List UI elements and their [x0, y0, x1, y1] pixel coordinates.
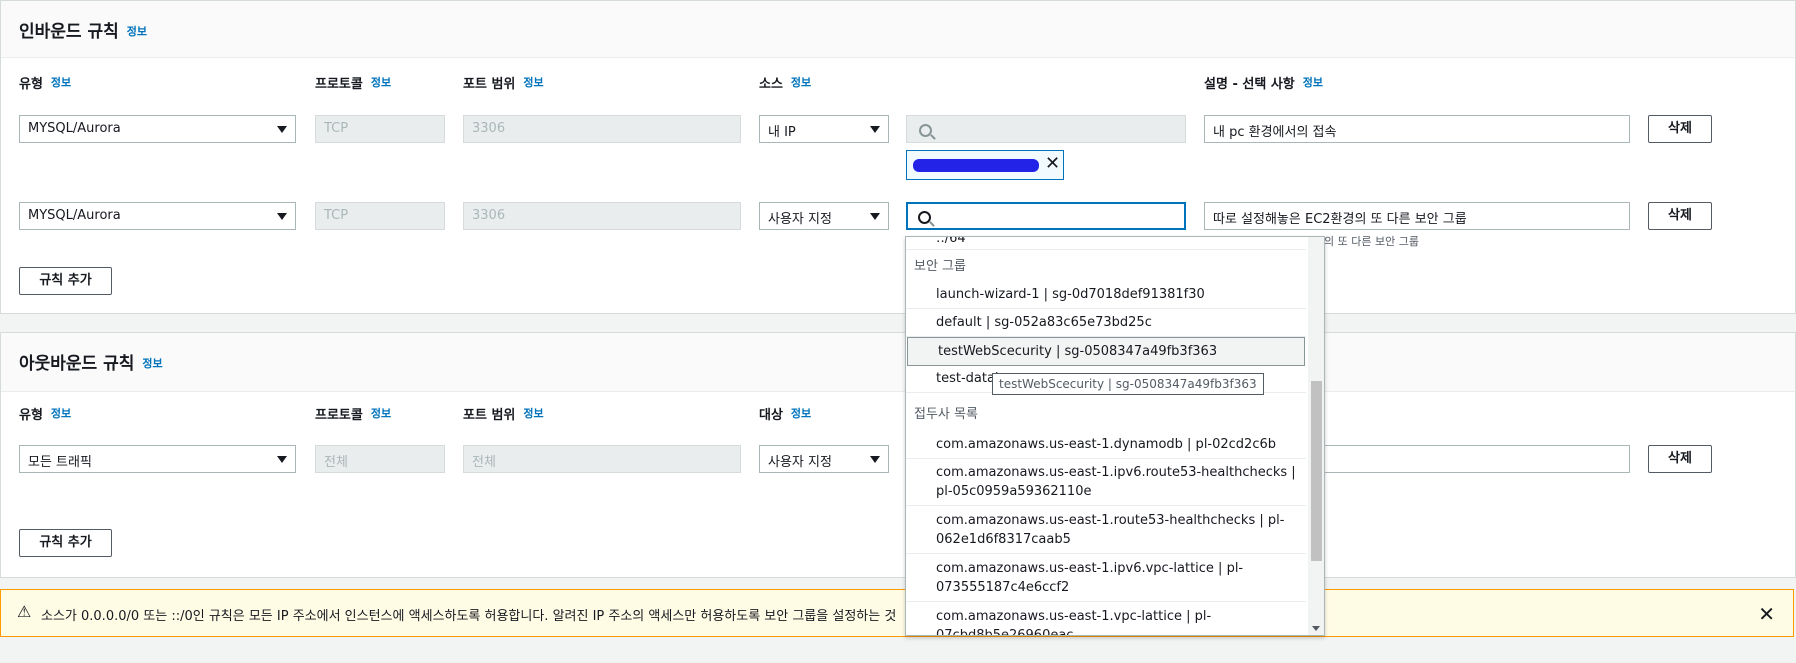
description-input[interactable]: 따로 설정해놓은 EC2환경의 또 다른 보안 그룹: [1204, 202, 1630, 230]
ip-token[interactable]: ✕: [906, 150, 1064, 180]
description-input[interactable]: 내 pc 환경에서의 접속: [1204, 115, 1630, 143]
close-icon[interactable]: ✕: [1758, 602, 1775, 626]
info-link[interactable]: 정보: [791, 407, 811, 420]
info-link[interactable]: 정보: [371, 76, 391, 89]
destination-select[interactable]: 사용자 지정: [759, 445, 889, 473]
info-link[interactable]: 정보: [1303, 76, 1323, 89]
rule-type-select[interactable]: 모든 트래픽: [19, 445, 296, 473]
prefix-list-option[interactable]: com.amazonaws.us-east-1.ipv6.route53-hea…: [906, 459, 1306, 506]
col-description-label: 설명 - 선택 사항 정보: [1204, 76, 1323, 92]
search-icon: [919, 124, 932, 137]
warning-alert: ⚠ 소스가 0.0.0.0/0 또는 ::/0인 규칙은 모든 IP 주소에서 …: [0, 589, 1794, 637]
info-link[interactable]: 정보: [523, 76, 543, 89]
warning-text: 소스가 0.0.0.0/0 또는 ::/0인 규칙은 모든 IP 주소에서 인스…: [41, 609, 897, 624]
warning-icon: ⚠: [17, 602, 32, 621]
protocol-field: TCP: [315, 115, 445, 143]
info-link[interactable]: 정보: [51, 76, 71, 89]
col-destination-label: 대상 정보: [759, 407, 812, 423]
outbound-rules-header: [1, 333, 1795, 392]
rule-type-value: 모든 트래픽: [28, 455, 92, 470]
prefix-list-option[interactable]: com.amazonaws.us-east-1.route53-healthch…: [906, 507, 1306, 554]
dropdown-scrollbar[interactable]: [1308, 237, 1324, 635]
col-port-range-label: 포트 범위 정보: [463, 407, 544, 423]
caret-down-icon: [870, 126, 880, 133]
security-group-option[interactable]: default | sg-052a83c65e73bd25c: [906, 309, 1306, 337]
prefix-list-header: 접두사 목록: [914, 407, 978, 422]
port-range-field: 전체: [463, 445, 741, 473]
outbound-rules-title: 아웃바운드 규칙 정보: [19, 354, 163, 374]
source-search-input[interactable]: [906, 202, 1186, 230]
prefix-list-option[interactable]: com.amazonaws.us-east-1.vpc-lattice | pl…: [906, 603, 1306, 635]
close-icon[interactable]: ✕: [1045, 153, 1060, 174]
description-hint: 의 또 다른 보안 그룹: [1324, 235, 1419, 248]
source-value: 내 IP: [768, 125, 796, 140]
security-group-option-highlighted[interactable]: testWebScecurity | sg-0508347a49fb3f363: [907, 337, 1305, 366]
source-dropdown-menu: ::/64 보안 그룹 launch-wizard-1 | sg-0d7018d…: [905, 236, 1325, 636]
rule-type-select[interactable]: MYSQL/Aurora: [19, 202, 296, 230]
prefix-list-option[interactable]: com.amazonaws.us-east-1.ipv6.vpc-lattice…: [906, 555, 1306, 602]
partial-item[interactable]: ::/64: [936, 237, 966, 246]
col-protocol-label: 프로토콜 정보: [315, 407, 392, 423]
col-type-label: 유형 정보: [19, 407, 72, 423]
rule-type-value: MYSQL/Aurora: [28, 208, 121, 223]
destination-value: 사용자 지정: [768, 455, 832, 470]
security-group-option[interactable]: launch-wizard-1 | sg-0d7018def91381f30: [906, 281, 1306, 309]
scrollbar-thumb[interactable]: [1311, 381, 1322, 561]
col-type-label: 유형 정보: [19, 76, 72, 92]
info-link[interactable]: 정보: [523, 407, 543, 420]
inbound-rules-panel: 인바운드 규칙 정보 유형 정보 프로토콜 정보 포트 범위 정보 소스 정보 설명 - …: [0, 0, 1796, 314]
source-value: 사용자 지정: [768, 212, 832, 227]
info-link[interactable]: 정보: [51, 407, 71, 420]
scroll-down-arrow-icon[interactable]: [1312, 626, 1320, 631]
inbound-rules-title: 인바운드 규칙 정보: [19, 22, 148, 42]
rule-type-value: MYSQL/Aurora: [28, 121, 121, 136]
info-link[interactable]: 정보: [371, 407, 391, 420]
info-link[interactable]: 정보: [791, 76, 811, 89]
add-rule-button[interactable]: 규칙 추가: [19, 267, 112, 295]
delete-rule-button[interactable]: 삭제: [1648, 202, 1712, 230]
protocol-field: TCP: [315, 202, 445, 230]
protocol-field: 전체: [315, 445, 445, 473]
source-select[interactable]: 사용자 지정: [759, 202, 889, 230]
delete-rule-button[interactable]: 삭제: [1648, 445, 1712, 473]
info-link[interactable]: 정보: [142, 357, 162, 370]
search-icon: [918, 211, 931, 224]
add-rule-button[interactable]: 규칙 추가: [19, 529, 112, 557]
inbound-rules-header: [1, 1, 1795, 58]
rule-type-select[interactable]: MYSQL/Aurora: [19, 115, 296, 143]
port-range-field: 3306: [463, 115, 741, 143]
port-range-field: 3306: [463, 202, 741, 230]
caret-down-icon: [277, 213, 287, 220]
caret-down-icon: [870, 213, 880, 220]
col-protocol-label: 프로토콜 정보: [315, 76, 392, 92]
caret-down-icon: [870, 456, 880, 463]
security-group-header: 보안 그룹: [914, 259, 966, 274]
caret-down-icon: [277, 456, 287, 463]
redacted-mark: [913, 159, 1039, 172]
option-tooltip: testWebScecurity | sg-0508347a49fb3f363: [992, 373, 1264, 395]
col-port-range-label: 포트 범위 정보: [463, 76, 544, 92]
outbound-rules-panel: 아웃바운드 규칙 정보 유형 정보 프로토콜 정보 포트 범위 정보 대상 정보 모든 트…: [0, 332, 1796, 578]
source-select[interactable]: 내 IP: [759, 115, 889, 143]
caret-down-icon: [277, 126, 287, 133]
col-source-label: 소스 정보: [759, 76, 812, 92]
delete-rule-button[interactable]: 삭제: [1648, 115, 1712, 143]
source-search-input[interactable]: [906, 115, 1186, 143]
info-link[interactable]: 정보: [127, 25, 147, 38]
prefix-list-option[interactable]: com.amazonaws.us-east-1.dynamodb | pl-02…: [906, 431, 1306, 459]
dropdown-divider: [906, 249, 1306, 250]
